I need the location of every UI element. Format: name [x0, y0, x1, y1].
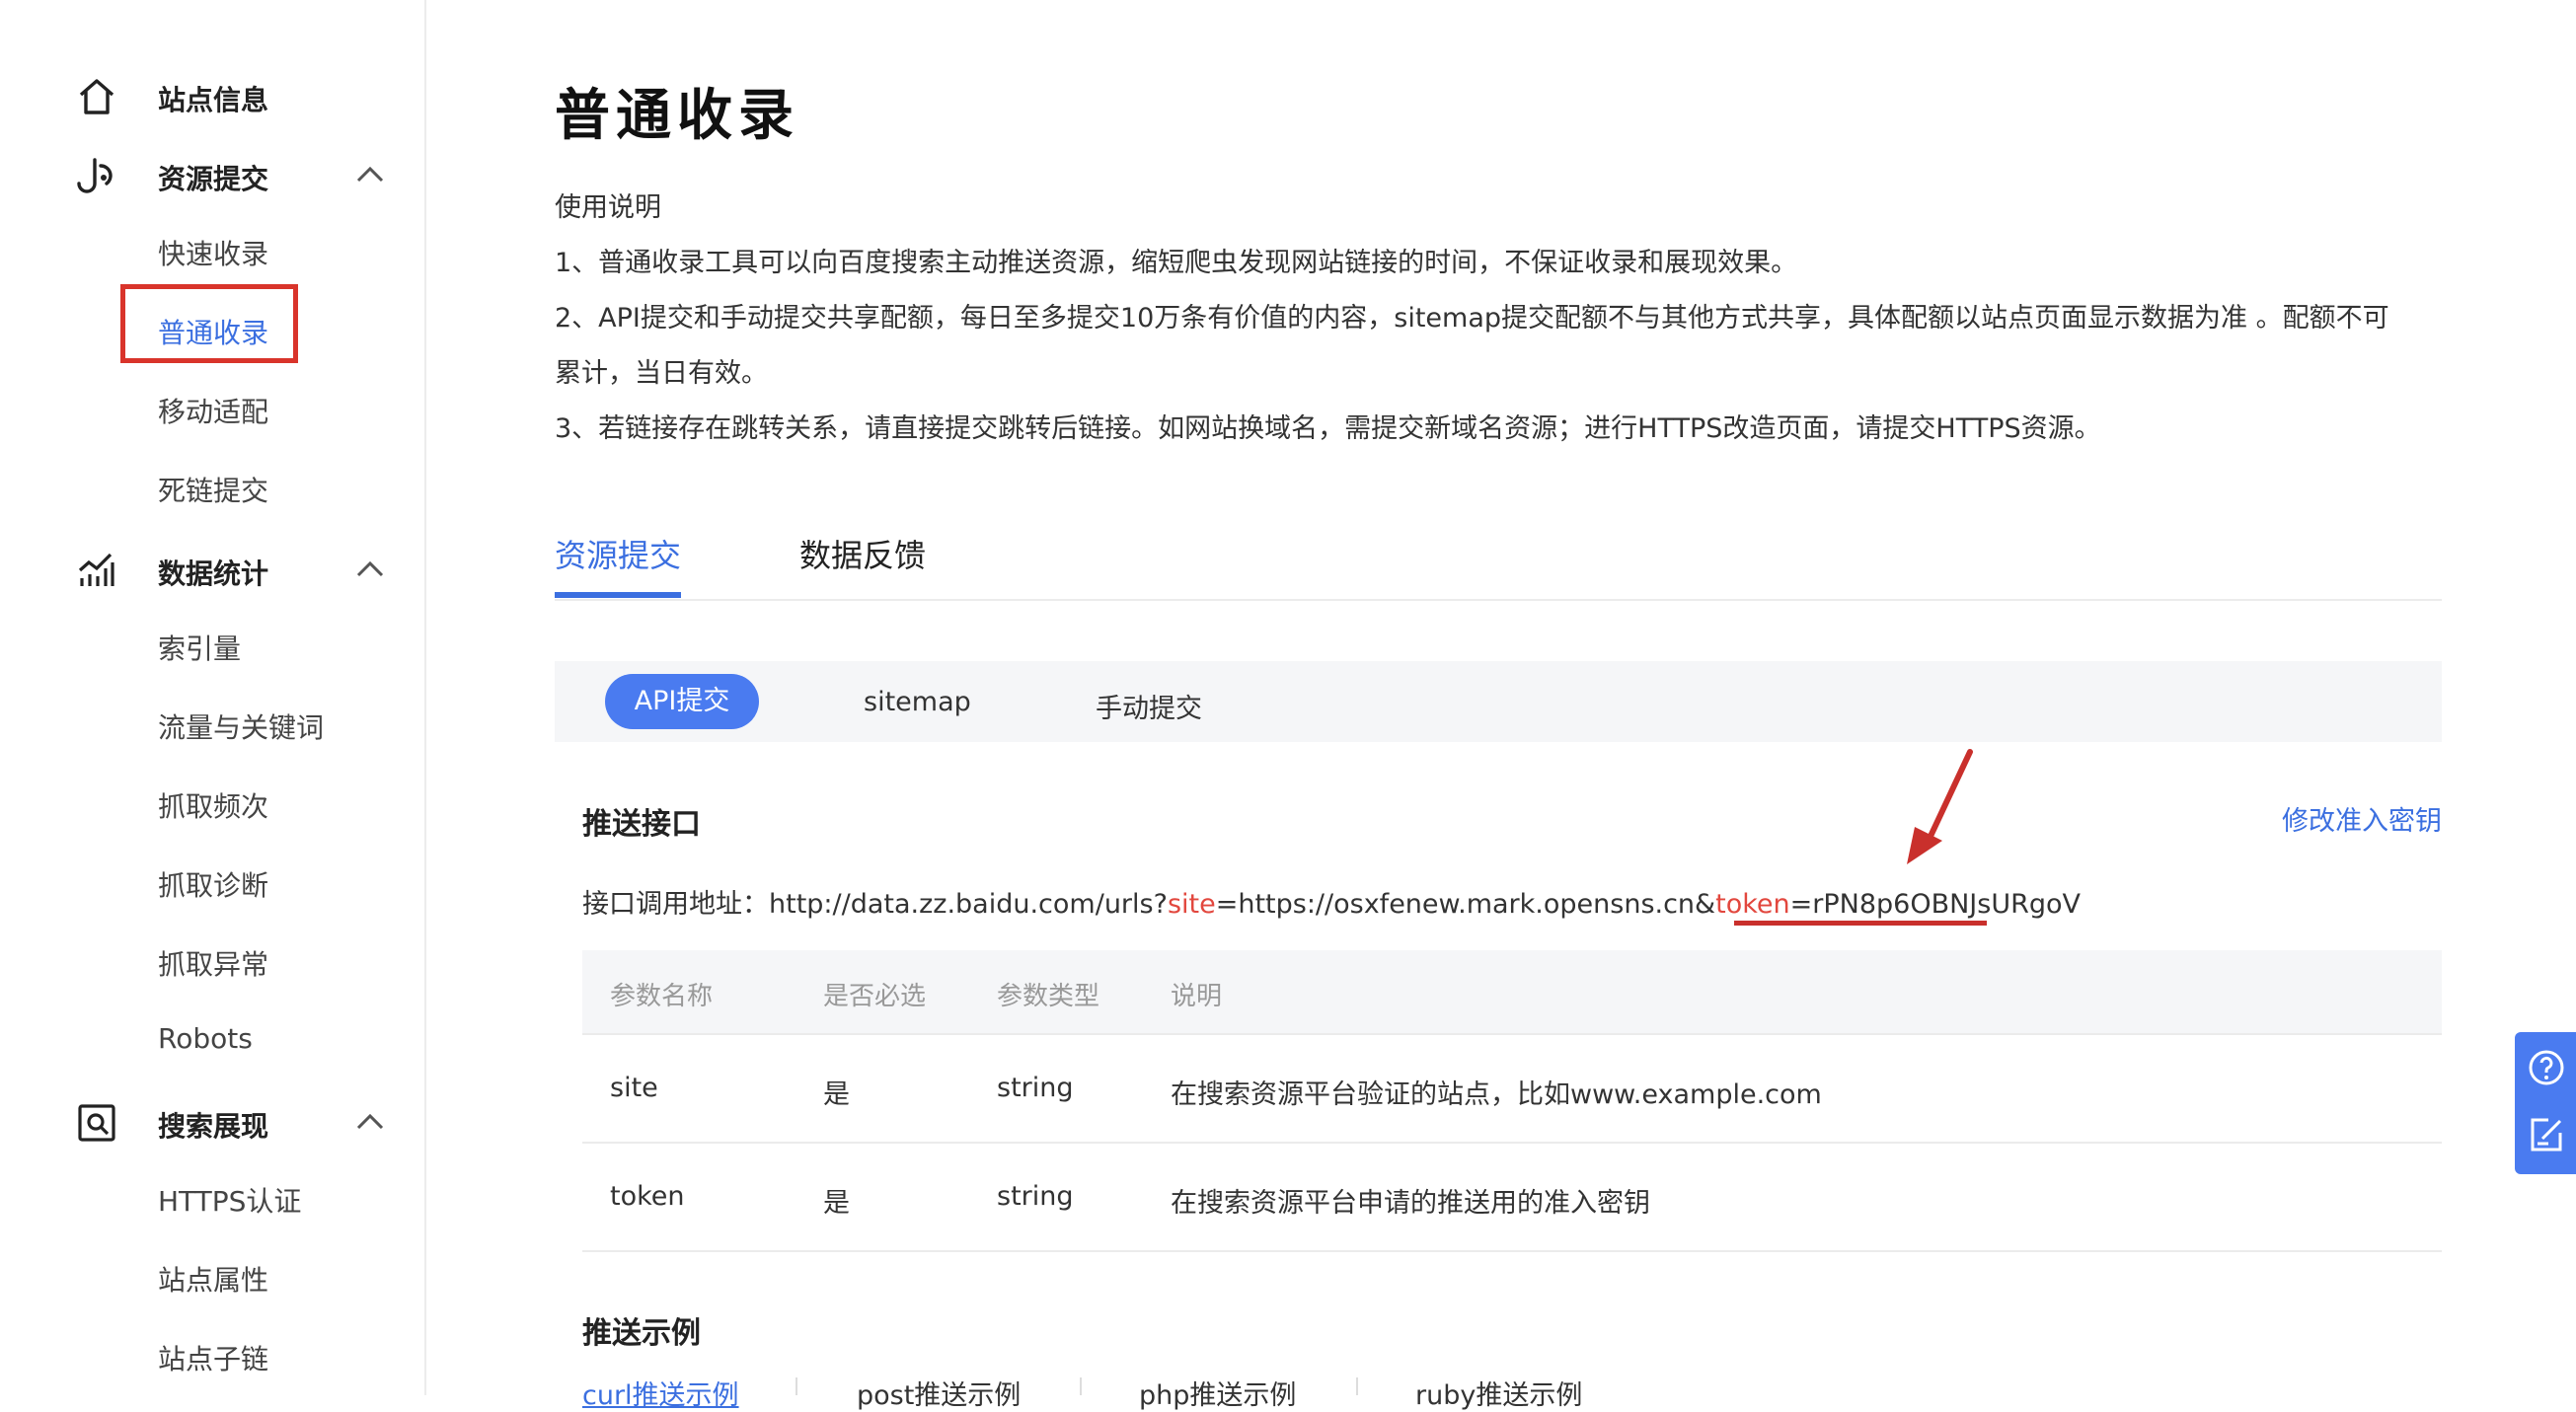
sidebar-item-mobile-adapt[interactable]: 移动适配 [158, 391, 268, 430]
token-value: =rPN8p6OBNJsURgoV [1789, 889, 2081, 920]
sidebar-item-index-volume[interactable]: 索引量 [158, 628, 241, 667]
chevron-up-icon[interactable] [353, 553, 387, 586]
sidebar-group-search-display[interactable]: 搜索展现 [0, 1085, 424, 1164]
page-title: 普通收录 [555, 84, 799, 148]
sidebar-item-crawl-diagnosis[interactable]: 抓取诊断 [158, 864, 268, 904]
usage-line: 2、API提交和手动提交共享配额，每日至多提交10万条有价值的内容，sitema… [555, 303, 2389, 334]
table-cell: 在搜索资源平台申请的推送用的准入密钥 [1171, 1188, 1650, 1219]
example-tab-php[interactable]: php推送示例 [1139, 1374, 1296, 1412]
sidebar-group-label: 资源提交 [158, 163, 269, 195]
table-header-cell: 是否必选 [823, 982, 927, 1011]
usage-line: 1、普通收录工具可以向百度搜索主动推送资源，缩短爬虫发现网站链接的时间，不保证收… [555, 248, 1798, 278]
tab-resource-submit[interactable]: 资源提交 [555, 531, 681, 576]
table-header: 参数名称 是否必选 参数类型 说明 [582, 950, 2442, 1035]
divider [796, 1377, 797, 1395]
chart-icon [78, 553, 114, 586]
table-header-cell: 参数类型 [997, 982, 1100, 1011]
sidebar-item-robots[interactable]: Robots [158, 1022, 253, 1055]
home-icon [79, 79, 114, 114]
subtab-bar [555, 661, 2442, 742]
sidebar-item-dead-link[interactable]: 死链提交 [158, 470, 268, 509]
help-icon[interactable] [2527, 1048, 2566, 1087]
section-title-push-interface: 推送接口 [582, 807, 701, 842]
tab-data-feedback[interactable]: 数据反馈 [799, 531, 926, 576]
search-display-icon [78, 1104, 115, 1142]
table-cell: token [610, 1181, 685, 1212]
sidebar-item-crawl-frequency[interactable]: 抓取频次 [158, 785, 268, 825]
active-tab-indicator [555, 592, 681, 598]
sidebar-item-site-sublinks[interactable]: 站点子链 [158, 1338, 268, 1377]
chevron-up-icon[interactable] [353, 1105, 387, 1139]
subtab-manual-submit[interactable]: 手动提交 [1096, 687, 1202, 725]
sidebar-item-traffic-keywords[interactable]: 流量与关键词 [158, 706, 324, 746]
table-cell: 是 [823, 1188, 850, 1219]
sidebar-group-site-info[interactable]: 站点信息 [0, 59, 424, 138]
sidebar-item-site-attributes[interactable]: 站点属性 [158, 1259, 268, 1299]
endpoint-base: http://data.zz.baidu.com/urls? [769, 889, 1168, 920]
table-cell: 在搜索资源平台验证的站点，比如www.example.com [1171, 1079, 1822, 1110]
section-title-push-example: 推送示例 [582, 1316, 701, 1351]
subtab-sitemap[interactable]: sitemap [864, 687, 971, 717]
usage-heading: 使用说明 [555, 192, 661, 223]
sidebar-group-resource-submit[interactable]: 资源提交 [0, 138, 424, 217]
sidebar-item-quick-index[interactable]: 快速收录 [158, 233, 268, 272]
table-header-cell: 说明 [1171, 982, 1223, 1011]
chevron-up-icon[interactable] [353, 158, 387, 191]
endpoint-label: 接口调用地址： [582, 889, 769, 920]
endpoint-url[interactable]: 接口调用地址：http://data.zz.baidu.com/urls?sit… [582, 882, 2081, 921]
site-value: =https://osxfenew.mark.opensns.cn& [1215, 889, 1716, 920]
table-cell: string [997, 1181, 1074, 1212]
tabs-divider [555, 599, 2442, 601]
divider [1080, 1377, 1082, 1395]
edit-access-key-link[interactable]: 修改准入密钥 [2282, 799, 2442, 838]
example-tab-curl[interactable]: curl推送示例 [582, 1374, 739, 1412]
example-tab-post[interactable]: post推送示例 [857, 1374, 1021, 1412]
sidebar-item-crawl-errors[interactable]: 抓取异常 [158, 943, 268, 983]
table-row: site 是 string 在搜索资源平台验证的站点，比如www.example… [582, 1035, 2442, 1144]
usage-line: 3、若链接存在跳转关系，请直接提交跳转后链接。如网站换域名，需提交新域名资源；进… [555, 413, 2101, 444]
sidebar-item-https-auth[interactable]: HTTPS认证 [158, 1180, 301, 1220]
floating-toolbar [2515, 1032, 2576, 1174]
sidebar-group-data-stats[interactable]: 数据统计 [0, 533, 424, 612]
example-tab-ruby[interactable]: ruby推送示例 [1415, 1374, 1582, 1412]
sidebar-group-label: 站点信息 [158, 84, 269, 116]
sidebar-item-normal-index[interactable]: 普通收录 [158, 312, 268, 351]
divider [1356, 1377, 1358, 1395]
table-row: token 是 string 在搜索资源平台申请的推送用的准入密钥 [582, 1144, 2442, 1252]
table-cell: string [997, 1073, 1074, 1103]
sidebar: 站点信息 资源提交 快速收录 普通收录 移动适配 死链提交 数据统计 索引量 流… [0, 0, 426, 1395]
table-cell: 是 [823, 1079, 850, 1110]
table-cell: site [610, 1073, 658, 1103]
annotation-arrow-icon [1907, 749, 1973, 864]
feedback-edit-icon[interactable] [2527, 1115, 2566, 1154]
submit-icon [77, 158, 113, 193]
sidebar-group-label: 搜索展现 [158, 1110, 269, 1143]
param-token-name: token [1715, 889, 1790, 920]
table-header-cell: 参数名称 [610, 982, 714, 1011]
usage-line: 累计，当日有效。 [555, 358, 768, 389]
param-site-name: site [1167, 889, 1216, 920]
token-annotation-underline [1734, 921, 1987, 926]
subtab-api-submit[interactable]: API提交 [605, 674, 759, 729]
sidebar-group-label: 数据统计 [158, 557, 269, 590]
